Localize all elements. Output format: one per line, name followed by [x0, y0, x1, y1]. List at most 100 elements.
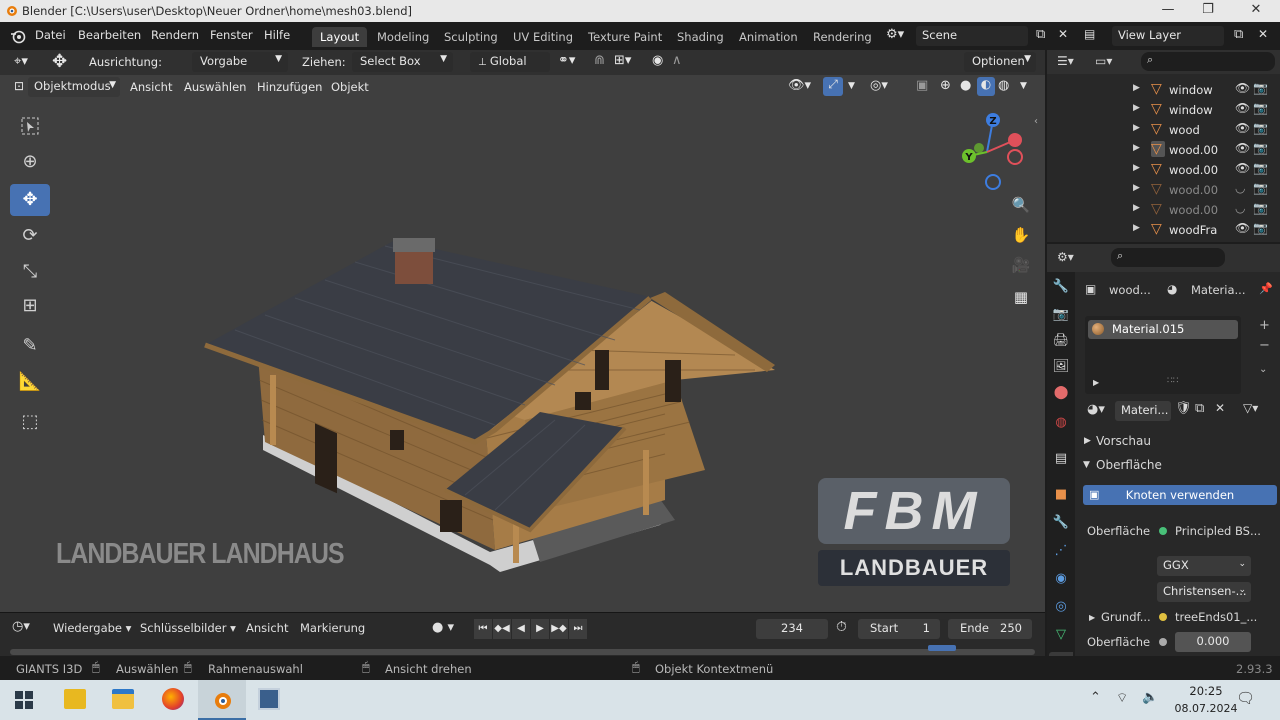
preview-panel-expand-icon[interactable]: ▶	[1084, 436, 1091, 446]
distribution-dropdown[interactable]: GGX ⌄	[1157, 556, 1251, 576]
windows-start-icon[interactable]	[14, 690, 34, 710]
solid-shading-icon[interactable]: ●	[960, 78, 971, 93]
wireframe-shading-icon[interactable]: ⊕	[940, 78, 951, 93]
outliner-row[interactable]: ▶ ▽ wood.00 👁 📷	[1047, 140, 1280, 160]
tab-object[interactable]: ■	[1049, 484, 1073, 506]
end-frame-field[interactable]: Ende 250	[948, 619, 1032, 639]
tab-particles[interactable]: ⋰	[1049, 540, 1073, 562]
prev-keyframe-button[interactable]: ◆◀	[493, 619, 511, 639]
tab-material[interactable]: ◕	[1049, 652, 1073, 656]
tool-move[interactable]: ✥	[10, 184, 50, 216]
tab-modeling[interactable]: Modeling	[369, 27, 437, 47]
timeline-scrollbar[interactable]	[10, 649, 1035, 655]
viewport-menu-select[interactable]: Auswählen	[184, 80, 246, 94]
firefox-icon[interactable]	[162, 688, 184, 710]
unlink-material-icon[interactable]: ✕	[1215, 401, 1225, 415]
blender-menu-icon[interactable]	[10, 28, 26, 44]
material-slot-list[interactable]: Material.015 ▶ ∷∷	[1085, 316, 1241, 394]
drag-dropdown[interactable]: Select Box ▼	[352, 52, 453, 72]
preview-panel-header[interactable]: Vorschau	[1096, 434, 1151, 448]
surface-panel-header[interactable]: Oberfläche	[1096, 458, 1162, 472]
orientation-dropdown[interactable]: Vorgabe ▼	[192, 52, 288, 72]
timeline-menu-marker[interactable]: Markierung	[300, 621, 365, 635]
base-color-expand-icon[interactable]: ▶	[1089, 613, 1095, 622]
tab-tool[interactable]: 🔧	[1049, 276, 1073, 298]
eye-closed-icon[interactable]: ◡	[1235, 181, 1245, 195]
scene-icon[interactable]: ⚙▾	[886, 27, 904, 42]
camera-icon[interactable]: 📷	[1253, 221, 1268, 235]
perspective-grid-icon[interactable]: ▦	[1008, 284, 1034, 310]
menu-help[interactable]: Hilfe	[264, 28, 290, 42]
tool-select-box[interactable]	[10, 110, 50, 142]
tab-render[interactable]: 📷	[1049, 304, 1073, 326]
network-icon[interactable]: ⌔	[1116, 690, 1128, 706]
menu-file[interactable]: Datei	[35, 28, 66, 42]
timeline-menu-keyframes[interactable]: Schlüsselbilder ▾	[140, 621, 236, 635]
tab-view-layer[interactable]: 🖼	[1049, 356, 1073, 378]
expand-icon[interactable]: ▶	[1133, 123, 1140, 133]
camera-icon[interactable]: 📷	[1253, 121, 1268, 135]
material-name-field[interactable]: Materi...	[1115, 401, 1171, 421]
tab-world[interactable]: ◍	[1049, 412, 1073, 434]
pan-hand-icon[interactable]: ✋	[1008, 222, 1034, 248]
record-icon[interactable]: ● ▾	[432, 620, 454, 635]
tab-data[interactable]: ▽	[1049, 624, 1073, 646]
taskbar-app-5-icon[interactable]	[258, 688, 280, 710]
tab-layout[interactable]: Layout	[312, 27, 368, 47]
expand-icon[interactable]: ▶	[1133, 143, 1140, 153]
tab-shading[interactable]: Shading	[669, 27, 732, 47]
outliner-row[interactable]: ▶ ▽ wood 👁 📷	[1047, 120, 1280, 140]
tray-chevron-up-icon[interactable]: ⌃	[1090, 690, 1101, 705]
expand-icon[interactable]: ▶	[1133, 103, 1140, 113]
tool-cursor[interactable]: ⊕	[10, 146, 50, 178]
new-scene-icon[interactable]: ⧉	[1036, 27, 1045, 42]
camera-icon[interactable]: 📷	[1253, 181, 1268, 195]
taskbar-time[interactable]: 20:25	[1176, 684, 1236, 698]
stopwatch-icon[interactable]: ⏱	[836, 619, 847, 635]
visibility-icon[interactable]: 👁▾	[788, 78, 811, 93]
outliner-row[interactable]: ▶ ▽ wood.00 ◡ 📷	[1047, 200, 1280, 220]
eye-icon[interactable]: 👁	[1235, 161, 1250, 175]
menu-render[interactable]: Rendern	[151, 28, 199, 42]
menu-window[interactable]: Fenster	[210, 28, 253, 42]
tab-physics[interactable]: ◉	[1049, 568, 1073, 590]
pivot-point-icon[interactable]: ⚭▾	[558, 53, 575, 68]
camera-icon[interactable]: 📷	[1253, 101, 1268, 115]
taskbar-app-1-icon[interactable]	[64, 689, 86, 709]
shading-dropdown-icon[interactable]: ▼	[1020, 81, 1027, 91]
maximize-button[interactable]: ❐	[1188, 2, 1228, 17]
outliner-row[interactable]: ▶ ▽ wood.00 ◡ 📷	[1047, 180, 1280, 200]
material-slot[interactable]: Material.015	[1088, 320, 1238, 339]
new-view-layer-icon[interactable]: ⧉	[1234, 27, 1243, 42]
zoom-icon[interactable]: 🔍	[1008, 192, 1034, 218]
duplicate-material-icon[interactable]: ⧉	[1195, 401, 1204, 416]
display-mode-icon[interactable]: ▭▾	[1095, 54, 1112, 68]
3d-viewport[interactable]: ⌖▾ ✥ Ausrichtung: Vorgabe ▼ Ziehen: Sele…	[0, 50, 1045, 612]
camera-icon[interactable]: 📷	[1253, 201, 1268, 215]
camera-icon[interactable]: 📷	[1253, 161, 1268, 175]
expand-icon[interactable]: ▶	[1133, 203, 1140, 213]
outliner-row[interactable]: ▶ ▽ woodFra 👁 📷	[1047, 220, 1280, 240]
pin-icon[interactable]: 📌	[1259, 282, 1273, 295]
eye-icon[interactable]: 👁	[1235, 81, 1250, 95]
timeline-menu-view[interactable]: Ansicht	[246, 621, 288, 635]
file-explorer-icon[interactable]	[112, 689, 134, 709]
menu-edit[interactable]: Bearbeiten	[78, 28, 141, 42]
properties-editor-icon[interactable]: ⚙▾	[1057, 250, 1074, 264]
tool-measure[interactable]: 📐	[10, 366, 50, 398]
properties-search-input[interactable]: ⌕	[1111, 248, 1225, 267]
rendered-shading-icon[interactable]: ◍	[998, 78, 1009, 93]
delete-scene-icon[interactable]: ✕	[1058, 27, 1068, 41]
options-dropdown[interactable]: Optionen ▼	[964, 52, 1036, 72]
jump-end-button[interactable]: ⏭	[569, 619, 587, 639]
add-slot-icon[interactable]: +	[1259, 318, 1270, 333]
material-shading-icon[interactable]: ◐	[977, 77, 995, 96]
play-button[interactable]: ▶	[531, 619, 549, 639]
outliner-search-input[interactable]: ⌕	[1141, 52, 1275, 71]
snap-increment-icon[interactable]: ⊞▾	[614, 53, 631, 68]
surface-shader-value[interactable]: Principled BS...	[1175, 524, 1261, 538]
jump-start-button[interactable]: ⏮	[474, 619, 492, 639]
blender-taskbar-button[interactable]	[198, 680, 246, 720]
outliner-editor-icon[interactable]: ☰▾	[1057, 54, 1074, 68]
notifications-icon[interactable]: 🗨	[1236, 689, 1255, 707]
